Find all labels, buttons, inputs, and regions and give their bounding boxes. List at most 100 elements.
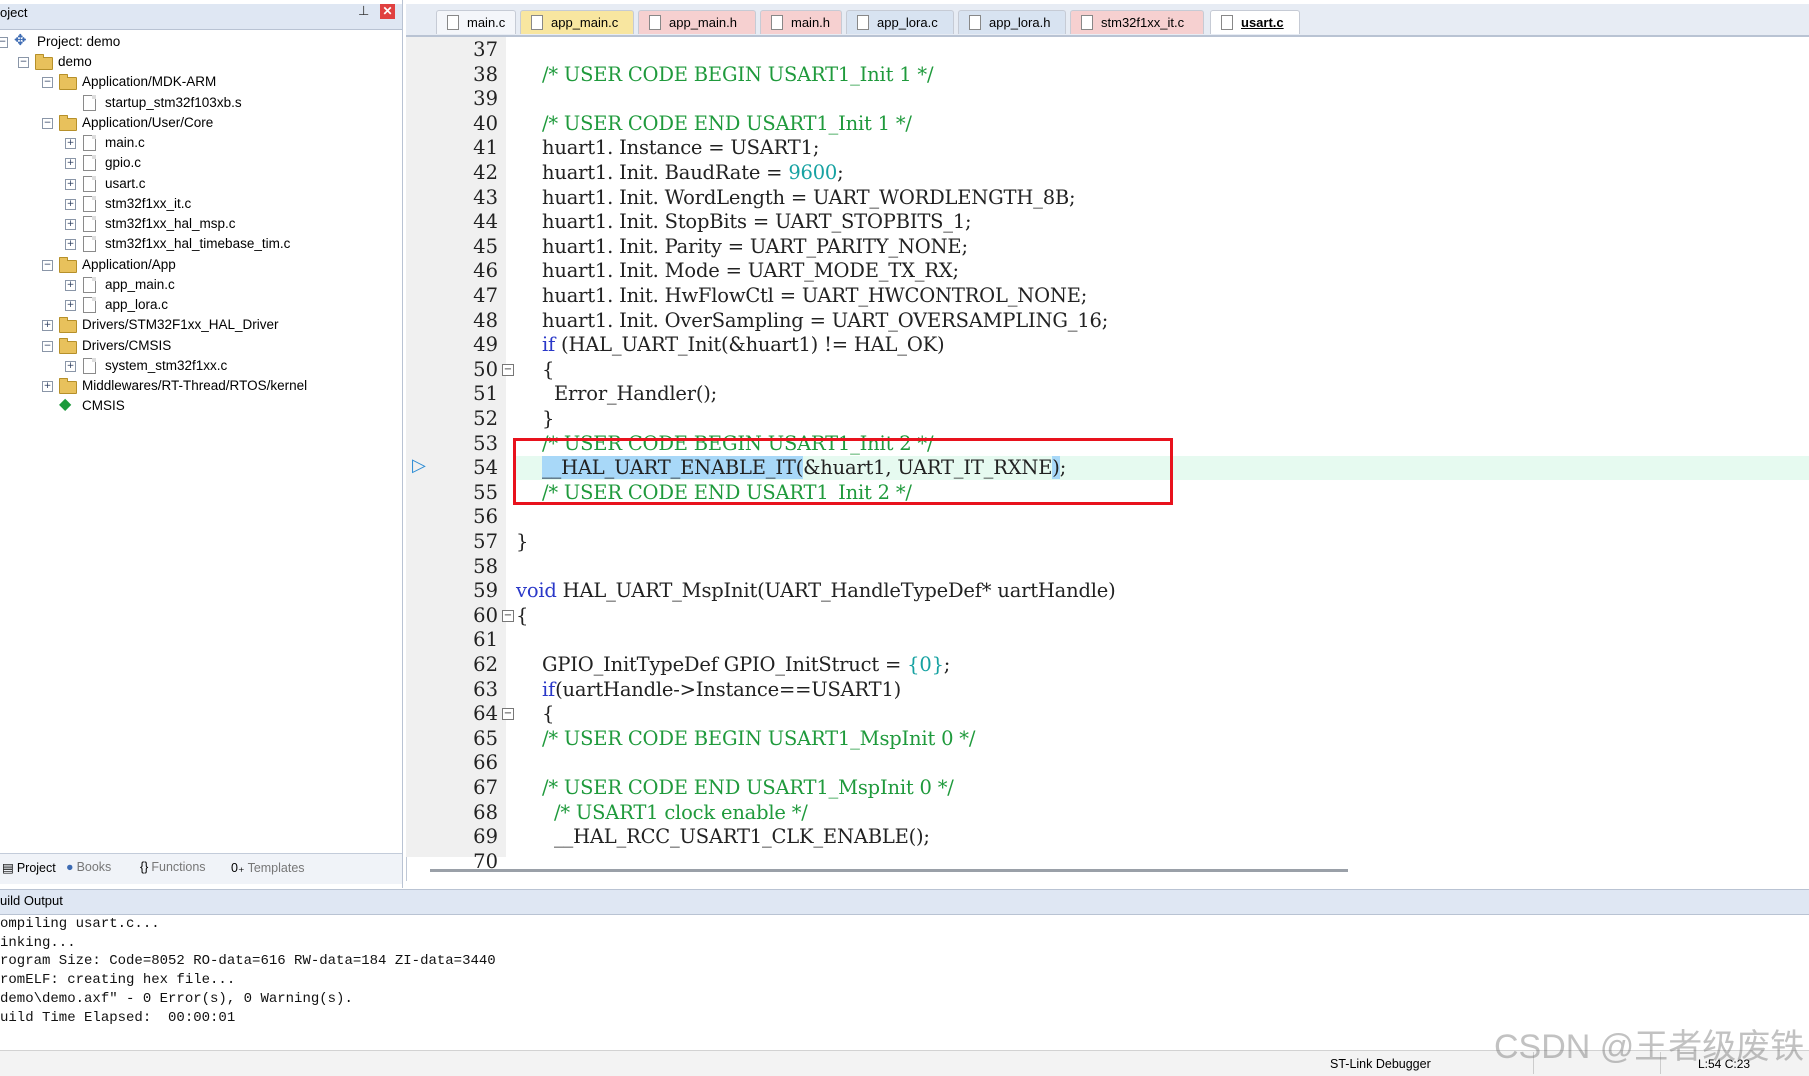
code-text: /* USER CODE END USART1_Init 1 */ xyxy=(542,112,912,135)
code-line[interactable]: 56 xyxy=(406,505,1809,529)
file-icon xyxy=(83,95,96,111)
tab-templates[interactable]: 0₊ Templates xyxy=(231,860,305,875)
code-line[interactable]: 52} xyxy=(406,407,1809,431)
templates-icon: 0₊ xyxy=(231,861,245,875)
code-line[interactable]: 66 xyxy=(406,751,1809,775)
pin-icon[interactable]: ⊥ xyxy=(358,3,369,19)
expand-toggle[interactable]: + xyxy=(65,179,76,190)
line-number: 69 xyxy=(473,825,498,848)
tab-books[interactable]: ● Books xyxy=(66,860,111,874)
line-number: 40 xyxy=(473,112,498,135)
file-icon xyxy=(83,277,96,293)
tree-item-label: CMSIS xyxy=(82,398,125,413)
code-line[interactable]: 61 xyxy=(406,628,1809,652)
line-number: 68 xyxy=(473,801,498,824)
code-line[interactable]: 64− { xyxy=(406,702,1809,726)
expand-toggle[interactable]: + xyxy=(65,239,76,250)
collapse-toggle[interactable]: − xyxy=(0,37,8,48)
line-number: 62 xyxy=(473,653,498,676)
fold-toggle[interactable]: − xyxy=(502,708,514,720)
file-icon xyxy=(83,358,96,374)
editor-tab[interactable]: app_lora.c xyxy=(846,10,954,34)
expand-toggle[interactable]: + xyxy=(65,199,76,210)
expand-toggle[interactable]: + xyxy=(65,280,76,291)
expand-toggle[interactable]: + xyxy=(65,158,76,169)
code-line[interactable]: 58 xyxy=(406,555,1809,579)
code-line[interactable]: 57} xyxy=(406,530,1809,554)
editor-tab[interactable]: usart.c xyxy=(1210,10,1300,34)
line-number: 55 xyxy=(473,481,498,504)
code-line[interactable]: 44 huart1. Init. StopBits = UART_STOPBITS… xyxy=(406,210,1809,234)
component-icon: ◆ xyxy=(59,396,72,413)
code-line[interactable]: 46 huart1. Init. Mode = UART_MODE_TX_RX; xyxy=(406,259,1809,283)
editor-tab-label: app_lora.c xyxy=(877,15,938,30)
expand-toggle[interactable]: + xyxy=(65,300,76,311)
line-number: 38 xyxy=(473,63,498,86)
code-line[interactable]: 50− { xyxy=(406,358,1809,382)
expand-toggle[interactable]: + xyxy=(65,138,76,149)
code-line[interactable]: 51 Error_Handler(); xyxy=(406,382,1809,406)
collapse-toggle[interactable]: − xyxy=(42,118,53,129)
code-line[interactable]: 62 GPIO_InitTypeDef GPIO_InitStruct = {0}… xyxy=(406,653,1809,677)
fold-toggle[interactable]: − xyxy=(502,610,514,622)
line-number: 41 xyxy=(473,136,498,159)
editor-tab[interactable]: app_main.h xyxy=(638,10,756,34)
expand-toggle[interactable]: + xyxy=(65,361,76,372)
code-line[interactable]: 37 xyxy=(406,38,1809,62)
expand-toggle[interactable]: + xyxy=(42,320,53,331)
editor-tab-label: stm32f1xx_it.c xyxy=(1101,15,1185,30)
tab-functions[interactable]: {} Functions xyxy=(140,860,206,874)
code-text: if (HAL_UART_Init(&huart1) != HAL_OK) xyxy=(542,333,945,356)
collapse-toggle[interactable]: − xyxy=(42,77,53,88)
editor-tab[interactable]: stm32f1xx_it.c xyxy=(1070,10,1204,34)
code-text: huart1. Init. OverSampling = UART_OVERSA… xyxy=(542,309,1109,332)
folder-icon xyxy=(59,74,77,90)
code-line[interactable]: 39 xyxy=(406,87,1809,111)
build-output-header xyxy=(0,889,1809,915)
build-output-line: demo\demo.axf" - 0 Error(s), 0 Warning(s… xyxy=(0,990,353,1007)
tree-item-label: gpio.c xyxy=(105,155,142,170)
expand-toggle[interactable]: + xyxy=(42,381,53,392)
code-line[interactable]: 40 /* USER CODE END USART1_Init 1 */ xyxy=(406,112,1809,136)
expand-toggle[interactable]: + xyxy=(65,219,76,230)
editor-tab[interactable]: main.h xyxy=(760,10,842,34)
editor-tab[interactable]: app_main.c xyxy=(520,10,634,34)
code-text: } xyxy=(542,407,555,430)
collapse-toggle[interactable]: − xyxy=(42,260,53,271)
file-icon xyxy=(83,176,96,192)
close-icon[interactable]: ✕ xyxy=(380,4,395,19)
file-icon xyxy=(83,216,96,232)
editor-tab[interactable]: app_lora.h xyxy=(958,10,1066,34)
horizontal-scrollbar[interactable] xyxy=(430,869,1348,872)
code-line[interactable]: 59 void HAL_UART_MspInit(UART_HandleTypeD… xyxy=(406,579,1809,603)
code-line[interactable]: 65 /* USER CODE BEGIN USART1_MspInit 0 */ xyxy=(406,727,1809,751)
collapse-toggle[interactable]: − xyxy=(18,57,29,68)
fold-toggle[interactable]: − xyxy=(502,364,514,376)
code-line[interactable]: 42 huart1. Init. BaudRate = 9600; xyxy=(406,161,1809,185)
project-panel-title: oject xyxy=(0,5,28,20)
tab-project[interactable]: ▤ Project xyxy=(2,860,56,875)
line-number: 39 xyxy=(473,87,498,110)
code-line[interactable]: 48 huart1. Init. OverSampling = UART_OVER… xyxy=(406,309,1809,333)
code-text: huart1. Init. Mode = UART_MODE_TX_RX; xyxy=(542,259,959,282)
code-line[interactable]: 41 huart1. Instance = USART1; xyxy=(406,136,1809,160)
code-line[interactable]: 49 if (HAL_UART_Init(&huart1) != HAL_OK) xyxy=(406,333,1809,357)
line-number: 64 xyxy=(473,702,498,725)
line-number: 65 xyxy=(473,727,498,750)
code-line[interactable]: 45 huart1. Init. Parity = UART_PARITY_NON… xyxy=(406,235,1809,259)
code-line[interactable]: 69 __HAL_RCC_USART1_CLK_ENABLE(); xyxy=(406,825,1809,849)
editor-tab[interactable]: main.c xyxy=(436,10,516,34)
line-number: 57 xyxy=(473,530,498,553)
code-line[interactable]: 68 /* USART1 clock enable */ xyxy=(406,801,1809,825)
code-line[interactable]: 63 if(uartHandle->Instance==USART1) xyxy=(406,678,1809,702)
build-output-line: inking... xyxy=(0,934,76,951)
code-line[interactable]: 43 huart1. Init. WordLength = UART_WORDLE… xyxy=(406,186,1809,210)
code-text: } xyxy=(516,530,529,553)
code-line[interactable]: 67 /* USER CODE END USART1_MspInit 0 */ xyxy=(406,776,1809,800)
code-line[interactable]: 38 /* USER CODE BEGIN USART1_Init 1 */ xyxy=(406,63,1809,87)
code-line[interactable]: 60−{ xyxy=(406,604,1809,628)
code-line[interactable]: 47 huart1. Init. HwFlowCtl = UART_HWCONTR… xyxy=(406,284,1809,308)
file-icon xyxy=(83,297,96,313)
collapse-toggle[interactable]: − xyxy=(42,341,53,352)
file-icon xyxy=(1081,15,1093,30)
